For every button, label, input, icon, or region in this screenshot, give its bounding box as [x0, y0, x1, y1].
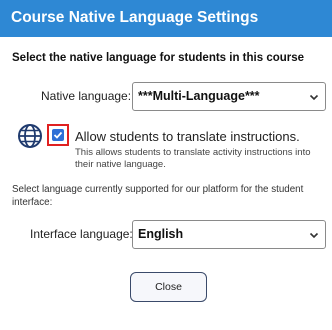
chevron-down-icon — [309, 232, 319, 239]
native-language-dialog: Course Native Language Settings Select t… — [0, 0, 332, 330]
close-button[interactable]: Close — [130, 272, 207, 302]
checkmark-icon — [53, 131, 63, 139]
interface-language-help-text: Select language currently supported for … — [12, 184, 304, 208]
translate-description: This allows students to translate activi… — [75, 147, 311, 170]
globe-icon — [18, 124, 42, 148]
interface-language-label: Interface language: — [30, 227, 133, 241]
dialog-title: Course Native Language Settings — [11, 9, 259, 26]
native-language-value: ***Multi-Language*** — [138, 89, 260, 103]
native-language-select[interactable]: ***Multi-Language*** — [132, 82, 326, 111]
section-heading: Select the native language for students … — [12, 52, 305, 64]
chevron-down-icon — [309, 94, 319, 101]
translate-checkbox[interactable] — [52, 129, 64, 141]
interface-language-select[interactable]: English — [132, 220, 326, 249]
native-language-label: Native language: — [41, 89, 132, 103]
interface-language-value: English — [138, 227, 184, 241]
translate-checkbox-label[interactable]: Allow students to translate instructions… — [75, 129, 300, 144]
dialog-titlebar: Course Native Language Settings — [0, 0, 332, 37]
translate-checkbox-highlight — [47, 124, 69, 146]
